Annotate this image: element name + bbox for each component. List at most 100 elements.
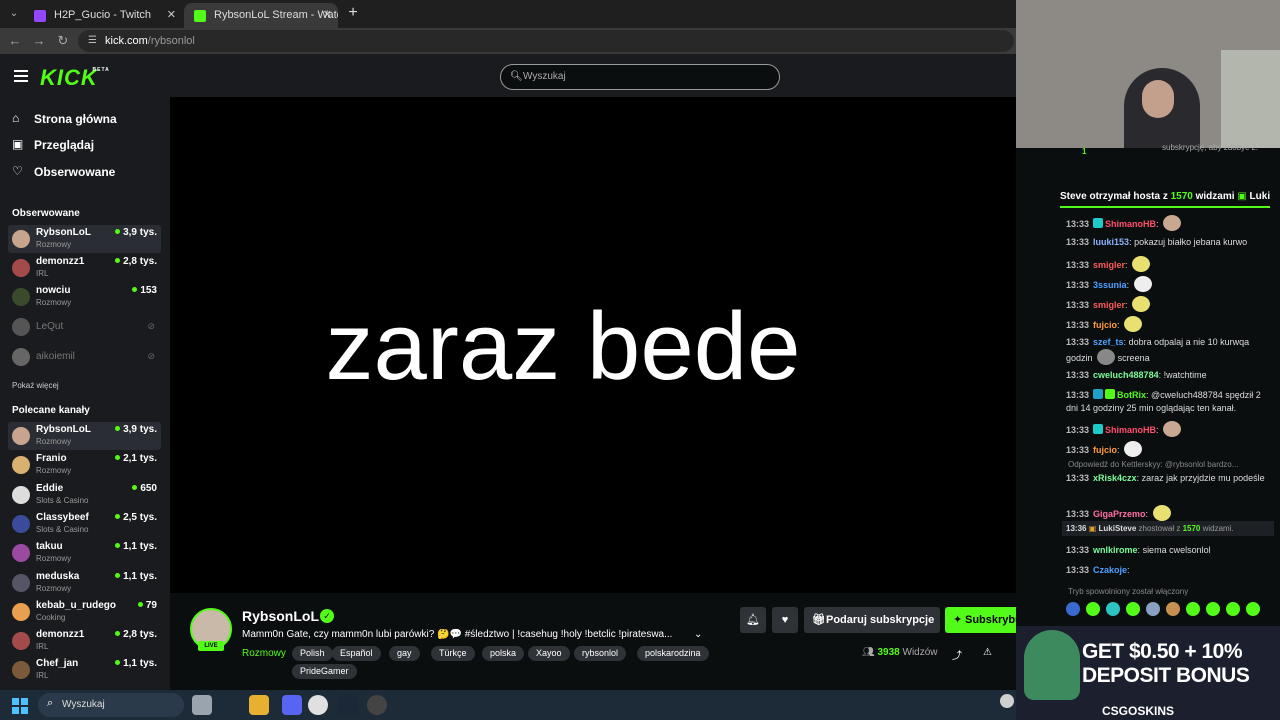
emote-icon[interactable]: [1066, 602, 1080, 616]
recommended-channel[interactable]: Classybeef Slots & Casino 2,5 tys.: [8, 510, 161, 538]
webcam-overlay: [1016, 0, 1280, 148]
avatar: [12, 574, 30, 592]
followed-channel[interactable]: RybsonLoL Rozmowy 3,9 tys.: [8, 225, 161, 253]
recommended-channel[interactable]: Eddie Slots & Casino 650: [8, 481, 161, 509]
share-icon[interactable]: ⤴: [952, 647, 962, 662]
gift-subs-button[interactable]: 🎁︎ Podaruj subskrypcje: [804, 607, 940, 633]
tag[interactable]: Polish: [292, 646, 333, 661]
follow-heart-button[interactable]: ♥: [772, 607, 798, 633]
steam-icon[interactable]: [338, 695, 358, 715]
menu-icon[interactable]: [14, 70, 28, 82]
stream-title: Mamm0n Gate, czy mamm0n lubi parówki? 🤔💬…: [242, 629, 673, 640]
avatar: [12, 632, 30, 650]
streamer-name[interactable]: RybsonLoL: [242, 608, 319, 624]
category-link[interactable]: Rozmowy: [242, 648, 286, 659]
live-dot-icon: [115, 258, 121, 263]
site-info-icon[interactable]: ☰: [88, 34, 102, 48]
recommended-channel[interactable]: RybsonLoL Rozmowy 3,9 tys.: [8, 422, 161, 450]
tag[interactable]: rybsonlol: [574, 646, 627, 661]
recommended-channel[interactable]: kebab_u_rudego Cooking 79: [8, 598, 161, 626]
browser-tab-strip: ⌄ H2P_Gucio - Twitch ✕ RybsonLoL Stream …: [0, 0, 1016, 28]
recommended-channel[interactable]: Chef_jan IRL 1,1 tys.: [8, 656, 161, 684]
forward-arrow-icon[interactable]: →: [30, 32, 48, 50]
emote-icon: [1124, 441, 1143, 457]
tag[interactable]: Español: [332, 646, 381, 661]
followed-channel-offline[interactable]: aikoiemil ⊘: [8, 343, 161, 371]
chevron-down-icon[interactable]: ⌄: [694, 629, 702, 640]
notification-bell-button[interactable]: 🔔︎: [740, 607, 766, 633]
followed-channel-offline[interactable]: LeQut ⊘: [8, 313, 161, 341]
avatar: [12, 288, 30, 306]
url-path: /rybsonlol: [147, 35, 195, 47]
tag[interactable]: gay: [389, 646, 420, 661]
people-icon: 👥︎: [862, 647, 875, 658]
badge-icon: [1093, 424, 1104, 434]
video-player[interactable]: zaraz bede: [170, 97, 1016, 593]
chat-message: 13:33 xRisk4czx: zaraz jak przyjdzie mu p…: [1066, 473, 1265, 483]
emote-icon[interactable]: [1226, 602, 1240, 616]
recommended-channel[interactable]: takuu Rozmowy 1,1 tys.: [8, 539, 161, 567]
chat-message: 13:33 smigler:: [1066, 256, 1266, 272]
recommended-channel[interactable]: meduska Rozmowy 1,1 tys.: [8, 569, 161, 597]
chat-message: 13:33 cweluch488784: !watchtime: [1066, 370, 1207, 380]
emote-icon: [1133, 276, 1152, 292]
tab-search-icon[interactable]: ⌄: [6, 6, 22, 22]
show-more-link[interactable]: Pokaż więcej: [12, 381, 59, 390]
tab-title: RybsonLoL Stream - Watch Live: [214, 9, 338, 21]
emote-icon[interactable]: [1146, 602, 1160, 616]
emote-icon[interactable]: [1166, 602, 1180, 616]
ad-banner[interactable]: GET $0.50 + 10% DEPOSIT BONUS CSGOSKINS: [1016, 626, 1280, 720]
tag[interactable]: Xayoo: [528, 646, 570, 661]
pinned-host-banner: Steve otrzymał hosta z 1570 widzami ▣ Lu…: [1060, 186, 1270, 208]
followed-channel[interactable]: demonzz1 IRL 2,8 tys.: [8, 254, 161, 282]
avatar: [12, 318, 30, 336]
task-view-icon[interactable]: [192, 695, 212, 715]
discord-icon[interactable]: [282, 695, 302, 715]
taskbar-search-input[interactable]: ⌕ Wyszukaj: [38, 693, 184, 717]
live-dot-icon: [132, 485, 138, 490]
emote-icon: [1124, 316, 1143, 332]
emote-icon[interactable]: [1106, 602, 1120, 616]
followed-channel[interactable]: nowciu Rozmowy 153: [8, 283, 161, 311]
os-taskbar: ⌕ Wyszukaj: [0, 690, 1016, 720]
emote-icon[interactable]: [1126, 602, 1140, 616]
chat-message: 13:33 ShimanoHB:: [1066, 421, 1266, 437]
tag[interactable]: polska: [482, 646, 525, 661]
emote-icon[interactable]: [1086, 602, 1100, 616]
emote-icon: [1097, 349, 1116, 365]
tag[interactable]: Türkçe: [431, 646, 475, 661]
gift-icon: 🎁︎: [812, 614, 826, 626]
report-icon[interactable]: ⚠: [983, 647, 992, 658]
sub-leaderboard: 1 subskrypcję, aby zdobyć 2.: [1082, 143, 1259, 156]
close-tab-icon[interactable]: ✕: [323, 3, 332, 28]
emote-icon[interactable]: [1246, 602, 1260, 616]
search-input[interactable]: 🔍︎ Wyszukaj: [500, 64, 780, 90]
windows-start-icon[interactable]: [12, 698, 28, 714]
new-tab-button[interactable]: +: [344, 4, 362, 22]
reload-icon[interactable]: ↻: [54, 32, 72, 50]
back-arrow-icon[interactable]: ←: [6, 32, 24, 50]
url-domain: kick.com: [105, 35, 148, 47]
chat-message: 13:33 Czakoje:: [1066, 565, 1130, 575]
browser-tab-twitch[interactable]: H2P_Gucio - Twitch ✕: [24, 3, 182, 28]
sidebar: ⌂ Strona główna ▣ Przeglądaj ♡ Obserwowa…: [0, 97, 170, 690]
browser-tab-kick[interactable]: RybsonLoL Stream - Watch Live ✕: [184, 3, 338, 28]
url-field[interactable]: ☰ kick.com/rybsonlol: [78, 30, 1014, 52]
recommended-channel[interactable]: demonzz1 IRL 2,8 tys.: [8, 627, 161, 655]
kick-logo[interactable]: KICK BETA: [40, 65, 109, 91]
reply-context: Odpowiedź do Kettlerskyy: @rybsonlol bar…: [1068, 460, 1239, 469]
followed-heading: Obserwowane: [12, 208, 80, 219]
chrome-icon[interactable]: [308, 695, 328, 715]
stream-info: LIVE RybsonLoL ✓ Mamm0n Gate, czy mamm0n…: [170, 593, 1035, 690]
emote-icon[interactable]: [1206, 602, 1220, 616]
recommended-channel[interactable]: Franio Rozmowy 2,1 tys.: [8, 451, 161, 479]
home-icon: ⌂: [12, 111, 20, 125]
close-tab-icon[interactable]: ✕: [167, 3, 176, 28]
file-explorer-icon[interactable]: [249, 695, 269, 715]
app-icon[interactable]: [367, 695, 387, 715]
emote-icon[interactable]: [1186, 602, 1200, 616]
tray-avatar-icon[interactable]: [1000, 694, 1014, 708]
chat-message: 13:33 fujcio:: [1066, 441, 1266, 457]
tag[interactable]: PrideGamer: [292, 664, 357, 679]
tag[interactable]: polskarodzina: [637, 646, 709, 661]
